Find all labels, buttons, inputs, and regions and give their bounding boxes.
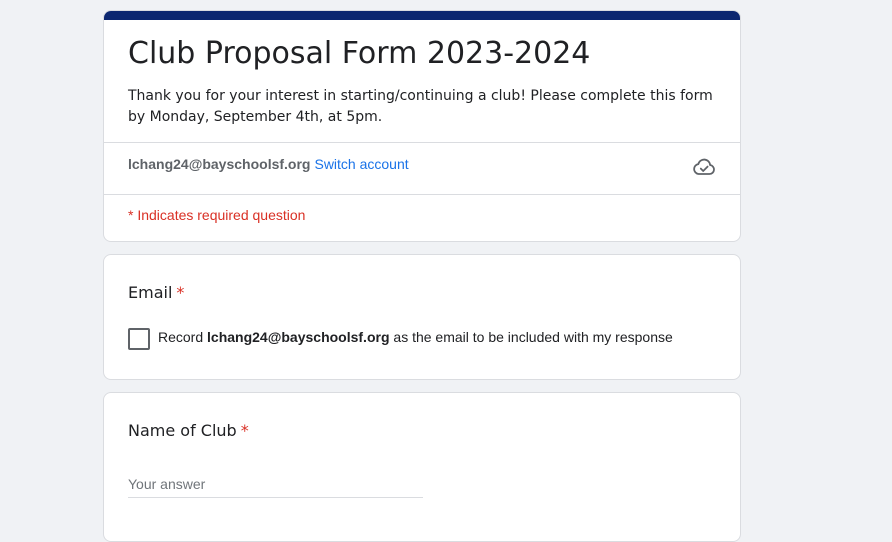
question-title-club-name: Name of Club * (128, 419, 249, 443)
question-title-email: Email * (128, 281, 184, 305)
header-divider (104, 142, 740, 143)
account-email: lchang24@bayschoolsf.org (128, 156, 311, 172)
required-asterisk: * (240, 421, 249, 440)
checkbox-label-suffix: as the email to be included with my resp… (389, 329, 673, 345)
question-label: Email (128, 283, 173, 302)
form-title: Club Proposal Form 2023-2024 (128, 36, 591, 71)
account-row: lchang24@bayschoolsf.org Switch account (128, 154, 409, 174)
question-label: Name of Club (128, 421, 237, 440)
checkbox-label-email: lchang24@bayschoolsf.org (207, 329, 390, 345)
account-divider (104, 194, 740, 195)
checkbox-label-prefix: Record (158, 329, 208, 345)
question-card-email: Email * Record lchang24@bayschoolsf.org a… (103, 254, 741, 380)
form-header-color-band (104, 11, 740, 20)
question-card-club-name: Name of Club * (103, 392, 741, 542)
club-name-input[interactable] (128, 471, 423, 498)
form-description: Thank you for your interest in starting/… (128, 88, 713, 125)
record-email-checkbox[interactable] (128, 328, 150, 350)
form-header-card: Club Proposal Form 2023-2024 Thank you f… (103, 10, 741, 242)
record-email-checkbox-label[interactable]: Record lchang24@bayschoolsf.org as the e… (158, 327, 673, 347)
required-question-note: * Indicates required question (128, 207, 306, 223)
cloud-saved-icon (693, 158, 715, 175)
required-asterisk: * (176, 283, 185, 302)
switch-account-link[interactable]: Switch account (314, 156, 408, 172)
